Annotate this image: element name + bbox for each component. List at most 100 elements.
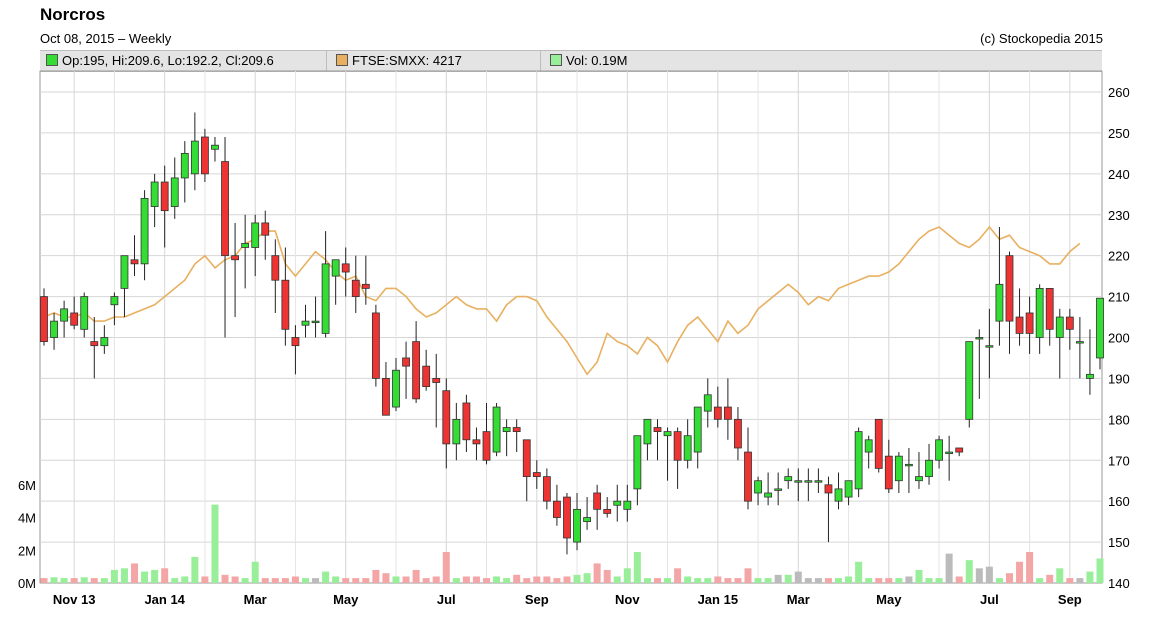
candle-body bbox=[1045, 287, 1054, 330]
volume-bar bbox=[855, 561, 863, 583]
candle-body bbox=[331, 259, 340, 277]
volume-bar bbox=[925, 578, 933, 583]
candle-body bbox=[804, 480, 813, 483]
x-tick-label: Mar bbox=[244, 592, 267, 607]
y-tick-label: 200 bbox=[1108, 331, 1130, 346]
candle-body bbox=[241, 242, 250, 248]
volume-bar bbox=[301, 578, 309, 583]
volume-bar bbox=[633, 551, 641, 583]
volume-bar bbox=[120, 568, 128, 583]
volume-bar bbox=[161, 568, 169, 583]
volume-bar bbox=[965, 560, 973, 583]
volume-bar bbox=[935, 578, 943, 583]
candle-body bbox=[673, 431, 682, 461]
volume-bar bbox=[452, 578, 460, 583]
candle-body bbox=[894, 455, 903, 482]
volume-bar bbox=[523, 578, 531, 583]
candle-body bbox=[130, 259, 139, 265]
volume-bar bbox=[744, 568, 752, 583]
candle-body bbox=[703, 394, 712, 412]
volume-bar bbox=[804, 578, 812, 583]
volume-bar bbox=[382, 573, 390, 583]
candle-body bbox=[915, 476, 923, 482]
volume-bar bbox=[322, 571, 330, 583]
volume-bar bbox=[543, 576, 551, 583]
volume-bar bbox=[1056, 568, 1064, 583]
candle-body bbox=[723, 406, 732, 420]
candle-body bbox=[1075, 341, 1084, 344]
candle-body bbox=[1055, 316, 1064, 338]
volume-bar bbox=[814, 578, 822, 583]
volume-bar bbox=[131, 563, 139, 583]
volume-bar bbox=[975, 568, 983, 583]
volume-bar bbox=[181, 576, 189, 583]
volume-bar bbox=[674, 568, 682, 583]
volume-bar bbox=[955, 576, 963, 583]
candle-body bbox=[251, 222, 260, 248]
candle-body bbox=[764, 492, 773, 498]
volume-bar bbox=[985, 566, 993, 583]
candle-body bbox=[794, 480, 803, 483]
candle-body bbox=[623, 500, 632, 510]
x-tick-label: Sep bbox=[1058, 592, 1082, 607]
volume-bar bbox=[251, 561, 259, 583]
candle-body bbox=[291, 337, 300, 347]
candle-body bbox=[754, 480, 762, 494]
volume-bar bbox=[362, 578, 370, 583]
volume-bar bbox=[1096, 558, 1104, 583]
x-tick-label: Sep bbox=[525, 592, 549, 607]
volume-bar bbox=[100, 578, 108, 583]
candle-body bbox=[442, 390, 451, 445]
volume-bar bbox=[995, 578, 1003, 583]
volume-bar bbox=[281, 578, 289, 583]
volume-bar bbox=[90, 578, 98, 583]
volume-bar bbox=[291, 576, 299, 583]
candle-body bbox=[211, 144, 219, 150]
candle-body bbox=[874, 418, 883, 469]
candle-body bbox=[80, 296, 89, 330]
candle-body bbox=[150, 181, 159, 207]
y-tick-label: 220 bbox=[1108, 249, 1130, 264]
stock-chart: 260 250 240 230 220 210 200 190 180 170 160 150 140 6… bbox=[18, 70, 1130, 607]
y-tick-label: 190 bbox=[1108, 371, 1130, 386]
volume-bar bbox=[70, 578, 78, 583]
volume-bar bbox=[50, 577, 58, 583]
candle-body bbox=[1035, 287, 1044, 338]
x-tick-label: Mar bbox=[787, 592, 810, 607]
volume-bar bbox=[915, 569, 923, 583]
candle-body bbox=[864, 439, 873, 453]
volume-bar bbox=[1066, 578, 1074, 583]
candle-body bbox=[120, 255, 129, 289]
candle-body bbox=[553, 500, 561, 518]
candle-body bbox=[573, 508, 581, 543]
candle-body bbox=[563, 496, 571, 539]
volume-bar bbox=[312, 578, 320, 583]
volume-bar bbox=[653, 578, 661, 583]
candle-body bbox=[854, 431, 863, 490]
volume-bar bbox=[643, 578, 651, 583]
volume-bar bbox=[352, 578, 360, 583]
volume-bar bbox=[553, 578, 561, 583]
volume-bar bbox=[332, 576, 340, 583]
candle-body bbox=[824, 484, 833, 494]
x-tick-label: Jul bbox=[437, 592, 456, 607]
candle-body bbox=[925, 459, 933, 478]
volume-bar bbox=[60, 578, 68, 583]
volume-bar bbox=[432, 576, 440, 583]
candle-body bbox=[643, 418, 652, 445]
candle-body bbox=[593, 492, 602, 510]
volume-bar bbox=[261, 578, 269, 583]
volume-bar bbox=[1076, 578, 1084, 583]
candle-body bbox=[392, 369, 400, 408]
candle-body bbox=[382, 378, 390, 416]
volume-bar bbox=[1086, 571, 1094, 583]
volume-bar bbox=[563, 576, 571, 583]
volume-bar bbox=[875, 578, 883, 583]
volume-bar bbox=[603, 569, 611, 583]
candle-body bbox=[110, 296, 119, 306]
volume-bar bbox=[191, 556, 199, 583]
plot-frame bbox=[39, 70, 1103, 584]
candle-body bbox=[90, 341, 99, 347]
candle-body bbox=[713, 406, 722, 420]
candle-body bbox=[1065, 316, 1074, 330]
